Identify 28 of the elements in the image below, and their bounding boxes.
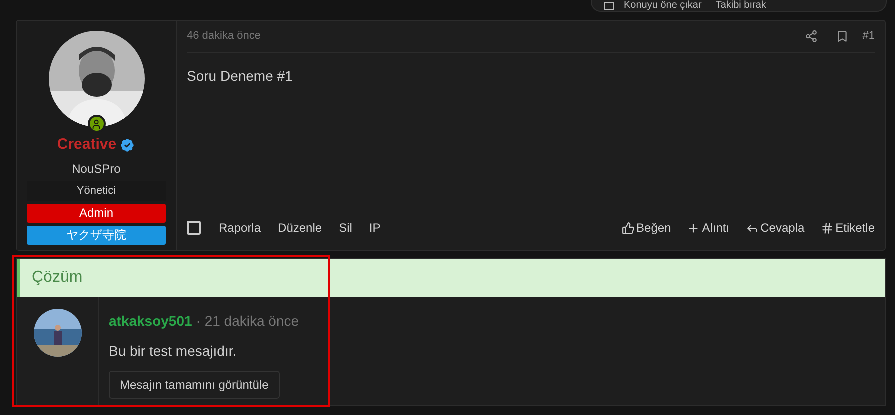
post-action-link[interactable]: Düzenle bbox=[278, 219, 322, 237]
solution-title: Çözüm bbox=[32, 268, 83, 288]
menu-item[interactable]: Takibi bırak bbox=[716, 0, 766, 10]
bookmark-icon[interactable] bbox=[836, 30, 849, 43]
solution-body: Bu bir test mesajıdır. bbox=[109, 342, 237, 361]
post-action-link[interactable]: Etiketle bbox=[820, 219, 875, 237]
user-badge: ヤクザ寺院 bbox=[27, 226, 166, 245]
post-action-link[interactable]: Beğen bbox=[622, 219, 672, 237]
post-action-link[interactable]: IP bbox=[369, 219, 381, 237]
checkbox[interactable] bbox=[604, 2, 614, 10]
post-action-link[interactable]: Raporla bbox=[219, 219, 262, 237]
post-number[interactable]: #1 bbox=[862, 28, 875, 45]
post-action-link[interactable]: Alıntı bbox=[687, 219, 730, 237]
tag-icon bbox=[820, 222, 834, 234]
quote-icon bbox=[687, 222, 700, 234]
post-action-link[interactable]: Cevapla bbox=[746, 219, 805, 237]
like-icon bbox=[622, 222, 635, 234]
menu-item[interactable]: Konuyu öne çıkar bbox=[604, 0, 702, 10]
user-nickname: NouSPro bbox=[72, 160, 121, 178]
view-full-message-button[interactable]: Mesajın tamamını görüntüle bbox=[109, 371, 280, 399]
post-action-link[interactable]: Sil bbox=[339, 219, 352, 237]
select-checkbox[interactable] bbox=[187, 221, 201, 235]
user-badge: Admin bbox=[27, 204, 166, 223]
post-body: Soru Deneme #1 bbox=[187, 67, 294, 86]
post-time: · 21 dakika önce bbox=[196, 312, 300, 331]
post-time: 46 dakika önce bbox=[187, 29, 262, 44]
share-icon[interactable] bbox=[804, 30, 818, 43]
author-name[interactable]: atkaksoy501 bbox=[109, 311, 192, 332]
